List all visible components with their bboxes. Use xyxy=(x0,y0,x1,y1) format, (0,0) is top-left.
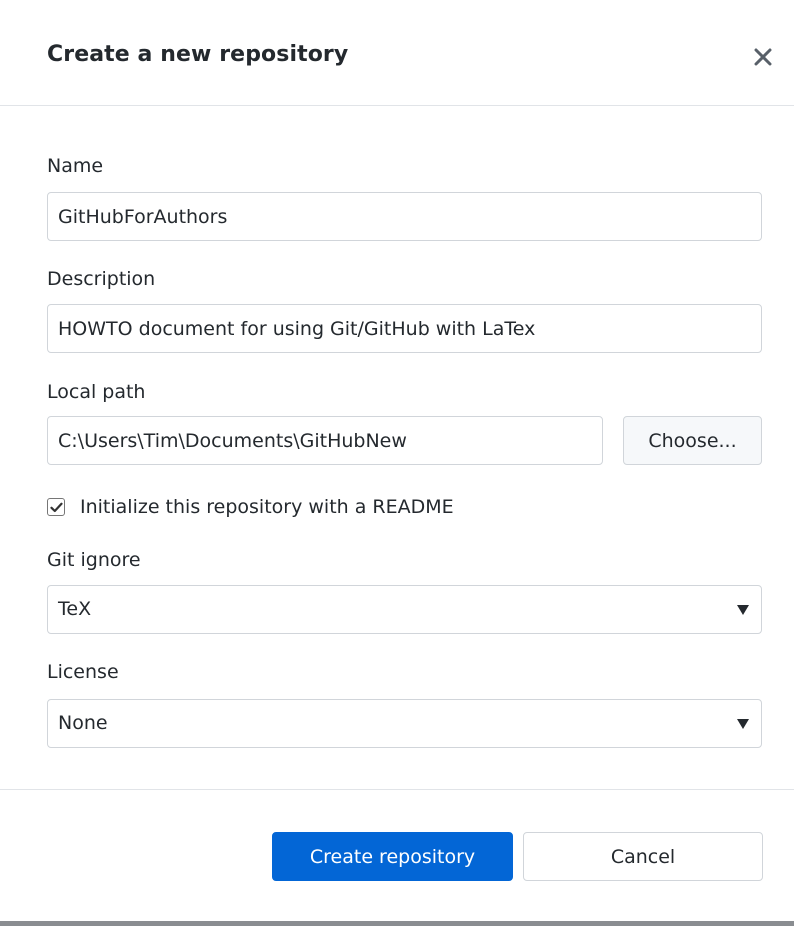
description-label: Description xyxy=(47,268,156,290)
create-repository-button[interactable]: Create repository xyxy=(272,832,513,881)
cancel-button[interactable]: Cancel xyxy=(523,832,763,881)
footer-divider xyxy=(0,789,794,790)
checkmark-icon xyxy=(49,502,63,512)
name-input[interactable] xyxy=(47,192,762,241)
create-repository-dialog: Create a new repository Name Description… xyxy=(0,0,794,926)
git-ignore-select[interactable]: TeX xyxy=(47,585,762,634)
close-button[interactable] xyxy=(748,42,778,72)
name-label: Name xyxy=(47,155,104,177)
choose-button[interactable]: Choose... xyxy=(623,416,762,465)
git-ignore-label: Git ignore xyxy=(47,549,141,571)
readme-checkbox[interactable] xyxy=(47,498,65,516)
license-select[interactable]: None xyxy=(47,699,762,748)
readme-checkbox-label: Initialize this repository with a README xyxy=(80,496,454,518)
close-icon xyxy=(754,48,772,66)
dialog-header: Create a new repository xyxy=(0,0,794,106)
dropdown-caret-icon xyxy=(737,605,749,615)
git-ignore-selected-value: TeX xyxy=(58,598,92,620)
window-bottom-edge xyxy=(0,921,794,926)
local-path-label: Local path xyxy=(47,381,146,403)
license-label: License xyxy=(47,661,119,683)
description-input[interactable] xyxy=(47,304,762,353)
dropdown-caret-icon xyxy=(737,719,749,729)
license-selected-value: None xyxy=(58,712,108,734)
readme-option: Initialize this repository with a README xyxy=(47,492,454,522)
dialog-title: Create a new repository xyxy=(47,42,349,67)
local-path-input[interactable] xyxy=(47,416,603,465)
